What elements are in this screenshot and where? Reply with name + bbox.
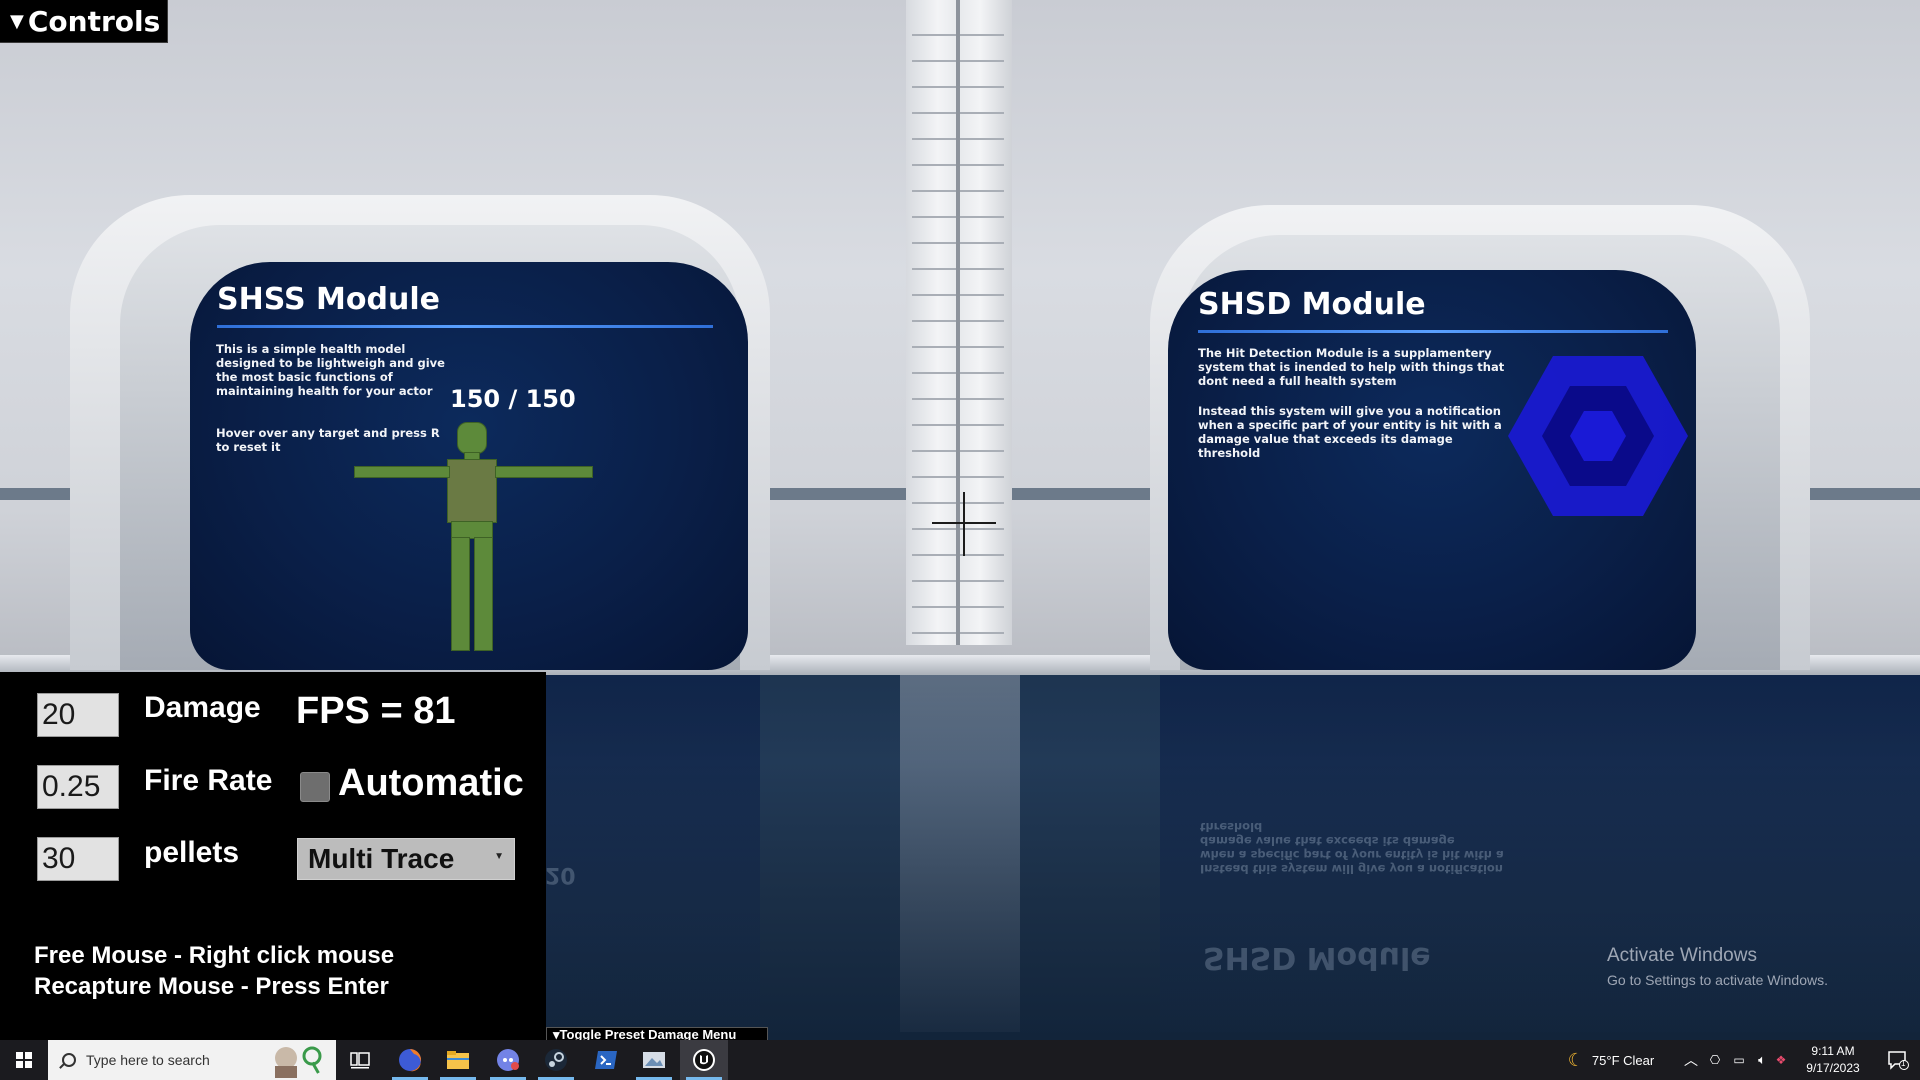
controls-menu-toggle[interactable]: ▼ Controls: [0, 0, 168, 43]
tray-meet-now[interactable]: ⎔: [1703, 1040, 1727, 1080]
shss-health-readout: 150 / 150: [450, 385, 576, 413]
pillar-seam: [956, 0, 960, 645]
powershell-taskbar-button[interactable]: [582, 1040, 630, 1080]
shss-title-rule: [217, 325, 713, 328]
unreal-engine-taskbar-button[interactable]: [680, 1040, 728, 1080]
free-mouse-hint: Free Mouse - Right click mouse: [34, 942, 395, 969]
fire-rate-input[interactable]: [37, 765, 119, 809]
fire-rate-label: Fire Rate: [144, 764, 273, 797]
crosshair-vertical: [963, 492, 965, 556]
pellets-input[interactable]: [37, 837, 119, 881]
fps-counter: FPS = 81: [296, 690, 456, 732]
shss-description: This is a simple health model designed t…: [216, 342, 445, 398]
robot-head: [457, 422, 487, 454]
game-viewport[interactable]: SHSS Module This is a simple health mode…: [0, 0, 1920, 1080]
notification-icon: [1888, 1051, 1909, 1070]
chevron-up-icon: ︿: [1684, 1052, 1698, 1068]
shsd-title-reflection: SHSD Module: [1203, 940, 1431, 975]
network-icon: ▭: [1733, 1053, 1745, 1067]
triangle-down-icon: ▼: [10, 10, 24, 32]
meet-now-icon: ⎔: [1709, 1053, 1721, 1067]
windows-taskbar: Type here to search ☾ 75°F Clear ︿ ⎔ ▭ 🔈…: [0, 1040, 1920, 1080]
volume-icon: 🔈︎: [1758, 1052, 1766, 1067]
search-highlight-icon: [275, 1046, 322, 1078]
robot-arm-right: [495, 466, 593, 478]
shss-screen: SHSS Module This is a simple health mode…: [190, 262, 748, 670]
robot-target[interactable]: [350, 422, 593, 652]
discord-icon: [497, 1049, 519, 1071]
robot-leg-right: [474, 537, 493, 651]
weapon-control-panel: Damage FPS = 81 Fire Rate Automatic pell…: [0, 672, 546, 1040]
notification-center-button[interactable]: 1: [1878, 1040, 1918, 1080]
unreal-engine-icon: [693, 1049, 715, 1071]
weather-text: 75°F Clear: [1591, 1052, 1655, 1068]
show-hidden-icons-button[interactable]: ︿: [1680, 1040, 1702, 1080]
automatic-checkbox[interactable]: [300, 772, 330, 802]
shsd-description-1: The Hit Detection Module is a supplament…: [1198, 346, 1505, 388]
shsd-title: SHSD Module: [1198, 287, 1426, 322]
dropbox-icon: ❖: [1775, 1053, 1787, 1067]
activate-windows-subtitle: Go to Settings to activate Windows.: [1607, 972, 1828, 988]
recapture-mouse-hint: Recapture Mouse - Press Enter: [34, 973, 389, 1000]
shsd-screen: SHSD Module The Hit Detection Module is …: [1168, 270, 1696, 670]
file-explorer-taskbar-button[interactable]: [434, 1040, 482, 1080]
tray-network[interactable]: ▭: [1727, 1040, 1751, 1080]
steam-icon: [545, 1049, 567, 1071]
controls-tab-label: Controls: [27, 4, 161, 38]
trace-mode-value: Multi Trace: [308, 843, 455, 874]
tray-volume[interactable]: 🔈︎: [1751, 1040, 1773, 1080]
weather-widget[interactable]: ☾ 75°F Clear: [1558, 1040, 1664, 1080]
search-icon: [62, 1053, 76, 1067]
tray-dropbox[interactable]: ❖: [1772, 1040, 1790, 1080]
photos-taskbar-button[interactable]: [630, 1040, 678, 1080]
preset-damage-menu-toggle[interactable]: ▾Toggle Preset Damage Menu: [546, 1027, 768, 1040]
taskbar-search-box[interactable]: Type here to search: [48, 1040, 336, 1080]
search-placeholder: Type here to search: [86, 1052, 210, 1068]
shsd-title-rule: [1198, 330, 1668, 333]
moon-icon: ☾: [1567, 1049, 1584, 1070]
firefox-icon: [399, 1049, 421, 1072]
floor-number-reflection: 20: [545, 862, 576, 887]
preset-toggle-label: Toggle Preset Damage Menu: [559, 1027, 737, 1040]
automatic-label: Automatic: [338, 762, 524, 804]
chevron-down-icon: ▼: [494, 851, 504, 862]
taskbar-clock[interactable]: 9:11 AM 9/17/2023: [1790, 1043, 1876, 1077]
shsd-description-2: Instead this system will give you a noti…: [1198, 404, 1502, 460]
task-view-icon: [350, 1052, 370, 1069]
task-view-button[interactable]: [336, 1040, 384, 1080]
powershell-icon: [595, 1051, 617, 1069]
activate-windows-title: Activate Windows: [1607, 945, 1757, 966]
robot-arm-left: [354, 466, 450, 478]
photos-icon: [643, 1052, 665, 1068]
pellets-label: pellets: [144, 836, 240, 869]
windows-logo-icon: [16, 1052, 32, 1068]
trace-mode-dropdown[interactable]: Multi Trace ▼: [297, 838, 515, 880]
firefox-taskbar-button[interactable]: [386, 1040, 434, 1080]
damage-label: Damage: [144, 691, 261, 724]
shss-title: SHSS Module: [217, 282, 440, 317]
damage-input[interactable]: [37, 693, 119, 737]
notification-count: 1: [1901, 1059, 1906, 1068]
discord-taskbar-button[interactable]: [484, 1040, 532, 1080]
robot-leg-left: [451, 537, 470, 651]
floor-pillar-reflection: [900, 672, 1020, 1032]
clock-date: 9/17/2023: [1806, 1061, 1860, 1075]
clock-time: 9:11 AM: [1811, 1044, 1855, 1058]
robot-torso: [447, 459, 497, 523]
start-button[interactable]: [0, 1040, 48, 1080]
file-explorer-icon: [447, 1051, 469, 1069]
steam-taskbar-button[interactable]: [532, 1040, 580, 1080]
shsd-description-reflection: Instead this system will give you a noti…: [1200, 820, 1504, 876]
hexagon-emblem-icon: [1508, 356, 1688, 516]
